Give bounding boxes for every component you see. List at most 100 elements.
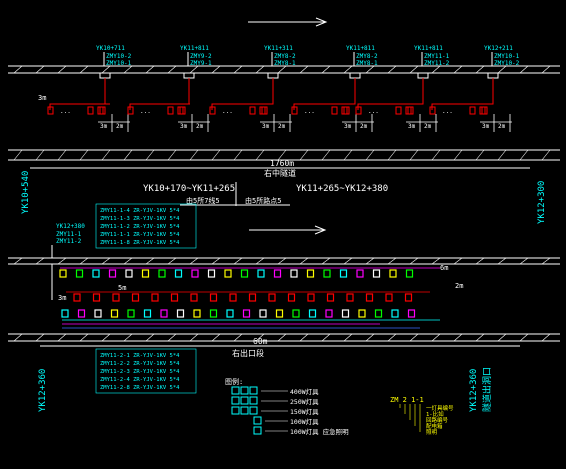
- station-right-top: YK12+300: [537, 181, 547, 224]
- fixture-row2: [365, 293, 374, 302]
- hatch-line: [145, 149, 155, 161]
- fixture-row3: [391, 309, 399, 318]
- junction-box: [267, 72, 279, 79]
- hatch-line: [255, 257, 265, 265]
- hatch-line: [211, 333, 221, 342]
- hatch-line: [343, 333, 353, 342]
- hatch-line: [497, 333, 507, 342]
- legend-symbol: [240, 396, 249, 405]
- fixture-row2: [385, 293, 393, 302]
- fixture-row1: [92, 269, 100, 278]
- code-explanation: ZM 2 1-1一灯具编号1-比如回路编号配电箱照明: [390, 396, 454, 436]
- hatch-line: [321, 257, 331, 265]
- total-length-bottom: 60m: [253, 337, 268, 346]
- red-fixture: [87, 106, 94, 115]
- circuit-line-label: ZMY10-2: [494, 60, 520, 67]
- fixture-row3: [259, 309, 267, 318]
- fixture-rows: ... 3m 2m... 3m 2m... 3m 2m... 3m 2m... 3m 2m... 3m…: [47, 78, 512, 132]
- hatch-line: [35, 257, 45, 265]
- legend-symbol: [249, 386, 258, 395]
- hatch-line: [387, 65, 397, 74]
- fixture-row1: [207, 269, 216, 278]
- circuit-id-label: YK11+811: [346, 45, 375, 52]
- cable-spec: ZMY11-2-2 ZR-YJV-1KV 5*4: [100, 361, 180, 367]
- direction-arrow-mid: [249, 225, 327, 235]
- hatch-line: [541, 149, 551, 161]
- fixture-row1: [125, 269, 133, 278]
- legend-symbol: [231, 386, 240, 395]
- dim-3m: 3m: [100, 123, 108, 130]
- hatch-line: [409, 149, 419, 161]
- hatch-line: [13, 65, 23, 74]
- hatch-line: [211, 257, 221, 265]
- red-fixture: [395, 106, 402, 115]
- fixture-row2: [92, 293, 101, 302]
- station-left-bottom: YK12+360: [38, 369, 48, 412]
- hatch-line: [409, 333, 419, 342]
- code-note: 一灯具编号: [426, 404, 454, 412]
- fixture-row3: [77, 309, 86, 318]
- junction-box: [487, 72, 499, 79]
- hatch-line: [255, 149, 265, 161]
- fixture-row2: [404, 293, 413, 302]
- hatch-line: [255, 65, 265, 74]
- bottom-tunnel-wall: [8, 257, 560, 342]
- hatch-line: [79, 333, 89, 342]
- legend: 图例: 400W灯具250W灯具150W灯具100W灯具100W灯具 应急照明: [225, 377, 349, 436]
- hatch-line: [233, 149, 243, 161]
- cable-spec: ZMY11-1-2 ZR-YJV-1KV 5*4: [100, 224, 180, 230]
- hatch-line: [145, 65, 155, 74]
- legend-desc: 100W灯具 应急照明: [290, 427, 349, 436]
- fixture-row1: [224, 269, 232, 278]
- fixture-row2: [73, 293, 81, 302]
- exit-label: 右出口段: [232, 348, 264, 358]
- hatch-line: [453, 65, 463, 74]
- legend-title: 图例:: [225, 377, 243, 386]
- fixture-row2: [131, 293, 140, 302]
- fixture-row2: [190, 293, 198, 302]
- hatch-line: [321, 149, 331, 161]
- ellipsis: ...: [60, 108, 71, 115]
- hatch-line: [189, 257, 199, 265]
- fixture-row1: [240, 269, 249, 278]
- tunnel-name: 右中隧道: [264, 168, 296, 178]
- svg-text:ZMY11-1: ZMY11-1: [56, 231, 82, 238]
- fixture-row1: [75, 269, 84, 278]
- hatch-line: [387, 149, 397, 161]
- hatch-line: [497, 65, 507, 74]
- junction-box: [349, 72, 361, 79]
- feeder-line: [357, 78, 424, 110]
- fixture-row3: [242, 309, 251, 318]
- circuit-line-label: ZMY10-1: [106, 60, 132, 67]
- top-tunnel-wall: [8, 65, 560, 161]
- hatch-line: [453, 149, 463, 161]
- hatch-line: [101, 149, 111, 161]
- legend-symbol: [253, 426, 262, 435]
- hatch-line: [233, 65, 243, 74]
- hatch-line: [475, 65, 485, 74]
- circuit-line-label: ZMY10-1: [494, 53, 520, 60]
- junction-box: [417, 72, 429, 79]
- ellipsis: ...: [442, 108, 453, 115]
- station-left-top: YK10+540: [21, 171, 31, 214]
- legend-symbol: [240, 406, 249, 415]
- hatch-line: [387, 257, 397, 265]
- hatch-line: [189, 333, 199, 342]
- hatch-line: [475, 149, 485, 161]
- hatch-line: [167, 149, 177, 161]
- bottom-fixture-rows: [51, 264, 440, 329]
- circuit-line-label: ZMY10-2: [106, 53, 132, 60]
- hatch-line: [299, 149, 309, 161]
- hatch-line: [233, 333, 243, 342]
- legend-symbol: [249, 396, 258, 405]
- code-note: 照明: [426, 429, 438, 436]
- hatch-line: [79, 257, 89, 265]
- hatch-line: [101, 333, 111, 342]
- fixture-row3: [292, 309, 300, 318]
- cad-drawing: YK10+711 ZMY10-2 ZMY10-1 YK11+811 ZMY9-2 ZMY9…: [0, 0, 566, 469]
- cable-spec: ZMY11-1-8 ZR-YJV-1KV 5*4: [100, 240, 180, 246]
- cable-spec: ZMY11-2-4 ZR-YJV-1KV 5*4: [100, 377, 180, 383]
- fixture-row2: [151, 293, 159, 302]
- ellipsis: ...: [368, 108, 379, 115]
- dim-2m: 2m: [196, 123, 204, 130]
